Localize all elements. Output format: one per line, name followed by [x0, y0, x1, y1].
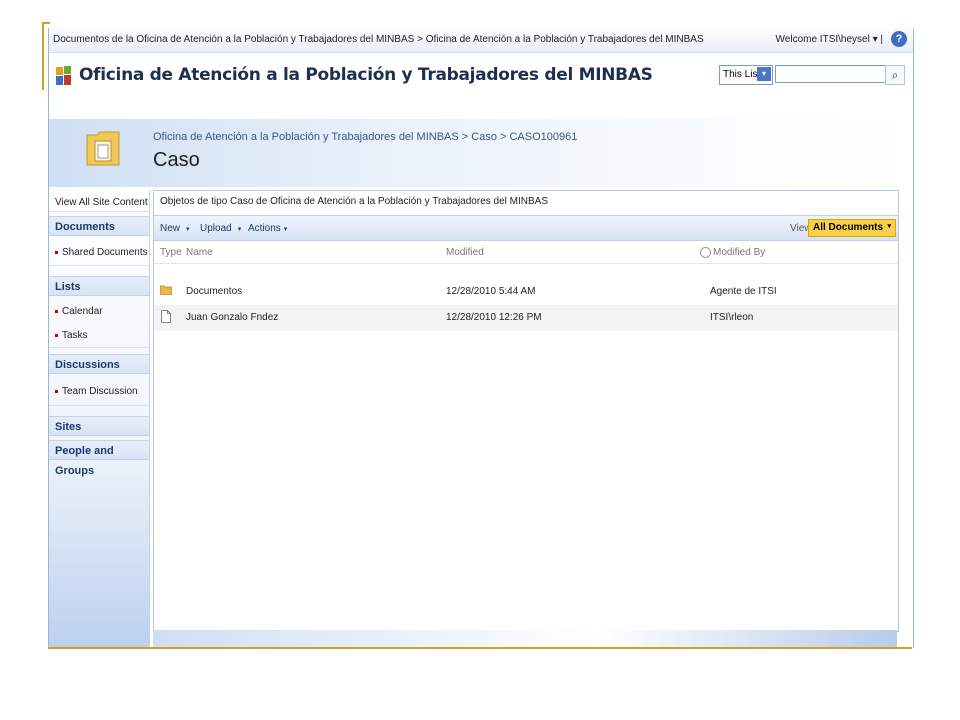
search-scope-dropdown[interactable]: This List ▾ [719, 65, 773, 85]
page-header: Oficina de Atención a la Población y Tra… [49, 119, 913, 187]
nav-label: Calendar [62, 306, 103, 317]
sort-circle-icon [700, 247, 711, 258]
site-title[interactable]: Oficina de Atención a la Población y Tra… [79, 65, 653, 85]
row-modified-by[interactable]: ITSI\rleon [710, 312, 753, 323]
bullet-icon [55, 250, 58, 254]
nav-label: Sites [55, 421, 82, 433]
site-logo-icon [56, 66, 71, 85]
nav-label: Documents [55, 221, 115, 233]
row-name[interactable]: Documentos [186, 286, 242, 297]
new-label: New [160, 223, 181, 234]
search-scope-value: This List [723, 69, 761, 80]
nav-label: View All Site Content [55, 197, 148, 208]
nav-heading-sites[interactable]: Sites [49, 416, 149, 436]
chevron-down-icon: ▾ [757, 67, 771, 81]
nav-heading-documents[interactable]: Documents [49, 216, 149, 236]
upload-menu-button[interactable]: Upload ▾ [200, 223, 241, 234]
actions-label: Actions [248, 223, 281, 234]
page-breadcrumb[interactable]: Oficina de Atención a la Población y Tra… [153, 131, 577, 143]
chevron-down-icon: ▾ [283, 226, 288, 233]
row-name[interactable]: Juan Gonzalo Fndez [186, 312, 278, 323]
page-title: Caso [153, 149, 200, 171]
bullet-icon [55, 309, 58, 313]
chevron-down-icon: ▾ [887, 223, 891, 230]
chevron-down-icon: ▾ [237, 226, 242, 233]
column-header-modified[interactable]: Modified [446, 247, 484, 258]
sharepoint-window: Documentos de la Oficina de Atención a l… [48, 28, 914, 648]
site-title-area: Oficina de Atención a la Población y Tra… [49, 53, 913, 119]
chevron-down-icon: ▾ [186, 226, 190, 233]
table-row[interactable]: Documentos 12/28/2010 5:44 AM Agente de … [154, 279, 898, 305]
help-icon[interactable]: ? [891, 31, 907, 47]
nav-heading-people-and-groups[interactable]: People and Groups [49, 440, 149, 477]
view-all-site-content-link[interactable]: View All Site Content [49, 194, 149, 212]
slide-accent-line [42, 22, 44, 90]
bullet-icon [55, 333, 58, 337]
actions-menu-button[interactable]: Actions ▾ [248, 223, 287, 234]
folder-icon [86, 131, 120, 166]
nav-label: Tasks [62, 330, 88, 341]
folder-icon [160, 285, 172, 295]
row-modified: 12/28/2010 12:26 PM [446, 312, 542, 323]
nav-heading-discussions[interactable]: Discussions [49, 354, 149, 374]
nav-label: People and Groups [55, 445, 114, 477]
row-modified-by[interactable]: Agente de ITSI [710, 286, 777, 297]
footer-band [153, 630, 897, 648]
global-breadcrumb-bar: Documentos de la Oficina de Atención a l… [49, 28, 913, 53]
nav-label: Discussions [55, 359, 120, 371]
nav-item-calendar[interactable]: Calendar [49, 302, 149, 322]
nav-label: Team Discussion [62, 386, 138, 397]
global-breadcrumb[interactable]: Documentos de la Oficina de Atención a l… [53, 34, 704, 45]
header-divider [154, 263, 898, 264]
row-modified: 12/28/2010 5:44 AM [446, 286, 536, 297]
search-icon[interactable]: ⌕ [885, 65, 905, 85]
slide-accent-line-bottom [48, 647, 912, 649]
nav-label: Shared Documents [62, 247, 148, 258]
nav-label: Lists [55, 281, 81, 293]
view-selector[interactable]: All Documents ▾ [808, 219, 896, 237]
nav-heading-lists[interactable]: Lists [49, 276, 149, 296]
view-value: All Documents [813, 222, 884, 233]
column-header-name[interactable]: Name [186, 247, 213, 258]
list-toolbar: New ▾ Upload ▾ Actions ▾ View: All Document… [154, 215, 898, 241]
column-header-type[interactable]: Type [160, 247, 182, 258]
column-header-modified-by[interactable]: Modified By [700, 247, 765, 258]
welcome-menu[interactable]: Welcome ITSI\heysel ▾ | [776, 34, 883, 45]
bullet-icon [55, 389, 58, 393]
nav-item-shared-documents[interactable]: Shared Documents [49, 240, 149, 266]
modified-by-label: Modified By [713, 247, 766, 259]
quick-launch: View All Site Content Documents Shared D… [49, 190, 150, 648]
nav-item-team-discussion[interactable]: Team Discussion [49, 378, 149, 406]
table-row[interactable]: Juan Gonzalo Fndez 12/28/2010 12:26 PM I… [154, 305, 898, 331]
nav-item-tasks[interactable]: Tasks [49, 326, 149, 348]
list-description: Objetos de tipo Caso de Oficina de Atenc… [160, 196, 549, 207]
document-icon [161, 310, 171, 323]
upload-label: Upload [200, 223, 232, 234]
document-library: Objetos de tipo Caso de Oficina de Atenc… [153, 190, 899, 632]
slide-accent-line-top [42, 22, 50, 24]
new-menu-button[interactable]: New ▾ [160, 223, 190, 234]
search-input[interactable] [775, 65, 889, 83]
